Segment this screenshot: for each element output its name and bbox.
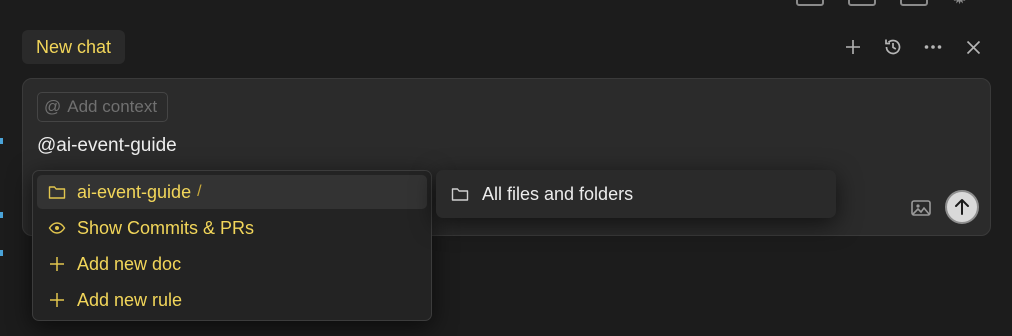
more-options-icon[interactable]: [920, 34, 946, 60]
top-toolbar: ✹: [0, 0, 1012, 12]
add-context-label: Add context: [67, 97, 158, 116]
panel-right-icon[interactable]: [900, 0, 928, 6]
add-context-button[interactable]: @ Add context: [37, 92, 169, 122]
folder-icon: [47, 182, 67, 202]
send-button[interactable]: [945, 190, 979, 224]
at-icon: @: [44, 97, 62, 116]
arrow-up-icon: [955, 199, 969, 215]
message-input[interactable]: @ai-event-guide: [37, 135, 177, 157]
menu-item-label: Show Commits & PRs: [77, 217, 255, 238]
close-icon[interactable]: [960, 34, 986, 60]
panel-bottom-icon[interactable]: [848, 0, 876, 6]
plus-icon: [47, 254, 67, 274]
folder-icon: [450, 184, 470, 204]
plus-icon: [47, 290, 67, 310]
editor-gutter-mark: [0, 250, 3, 256]
menu-item-add-new-rule[interactable]: Add new rule: [37, 283, 427, 317]
editor-gutter-mark: [0, 138, 3, 144]
new-chat-plus-icon[interactable]: [840, 34, 866, 60]
panel-left-icon[interactable]: [796, 0, 824, 6]
menu-item-show-commits[interactable]: Show Commits & PRs: [37, 211, 427, 245]
editor-gutter-mark: [0, 212, 3, 218]
chat-tab-title[interactable]: New chat: [22, 30, 126, 64]
menu-item-label: Add new doc: [77, 253, 182, 274]
image-upload-icon[interactable]: [910, 197, 932, 219]
menu-item-label: ai-event-guide: [77, 181, 192, 202]
menu-item-label: Add new rule: [77, 289, 183, 310]
menu-item-suffix: /: [197, 183, 202, 200]
eye-icon: [47, 218, 67, 238]
folder-submenu: All files and folders: [436, 170, 836, 218]
menu-item-add-new-doc[interactable]: Add new doc: [37, 247, 427, 281]
submenu-item-all-files[interactable]: All files and folders: [442, 174, 830, 214]
mention-menu: ai-event-guide / Show Commits & PRs Add …: [32, 170, 432, 321]
gear-icon[interactable]: ✹: [952, 0, 978, 7]
history-icon[interactable]: [880, 34, 906, 60]
header-actions: [840, 34, 986, 60]
menu-item-ai-event-guide[interactable]: ai-event-guide /: [37, 175, 427, 209]
submenu-item-label: All files and folders: [482, 183, 634, 204]
chat-panel: ✹ New chat @ Add context @ai-event-guide: [0, 0, 1012, 336]
